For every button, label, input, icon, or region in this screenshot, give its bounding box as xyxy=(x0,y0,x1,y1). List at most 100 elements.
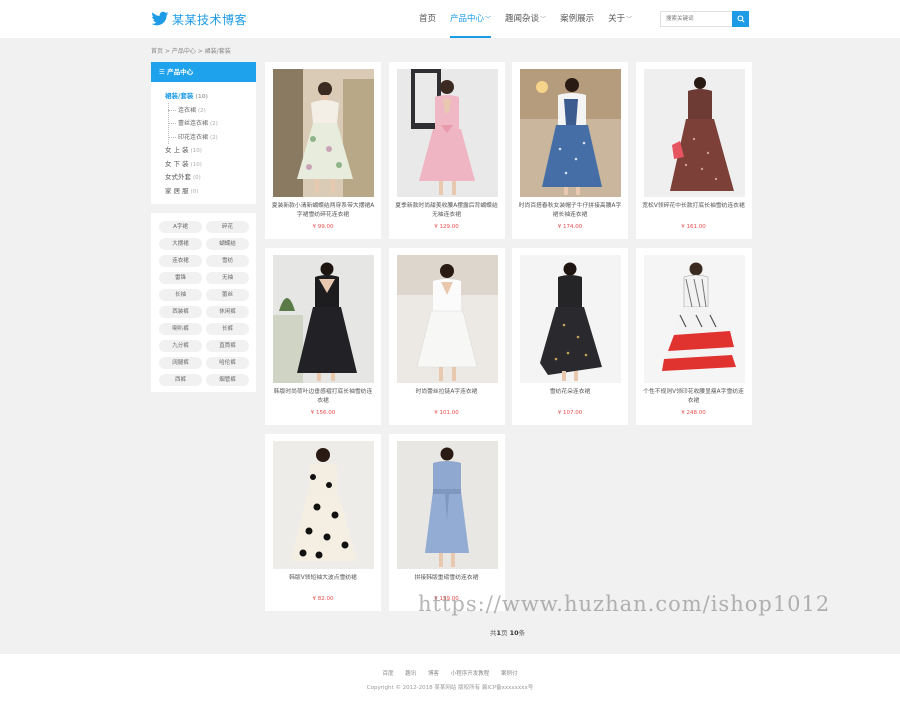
tag-chip[interactable]: 长袖 xyxy=(159,289,202,301)
product-card[interactable]: 韩版V领短袖大波点雪纺裙 ¥ 82.00 xyxy=(265,434,381,611)
product-title[interactable]: 时尚百搭春秋女装帽子牛仔拼接高腰A字裙长袖连衣裙 xyxy=(518,202,622,220)
product-grid: 夏装新款小清新蝴蝶结两穿系带大摆裙A字裙雪纺碎花连衣裙 ¥ 99.00 夏季新款… xyxy=(265,62,752,611)
product-price: ¥ 248.00 xyxy=(681,410,706,416)
tag-chip[interactable]: 碎花 xyxy=(206,221,249,233)
list-icon: ☰ xyxy=(159,68,168,76)
tag-chip[interactable]: 哈伦裤 xyxy=(206,357,249,369)
product-card[interactable]: 雪纺花朵连衣裙 ¥ 107.00 xyxy=(512,248,628,425)
footer-link[interactable]: 趣讯 xyxy=(405,671,416,677)
nav-news[interactable]: 趣闻杂谈﹀ xyxy=(505,12,546,26)
product-card[interactable]: 时尚百搭春秋女装帽子牛仔拼接高腰A字裙长袖连衣裙 ¥ 174.00 xyxy=(512,62,628,239)
product-price: ¥ 99.00 xyxy=(312,224,334,230)
product-image[interactable] xyxy=(520,255,621,383)
product-title[interactable]: 韩版V领短袖大波点雪纺裙 xyxy=(271,574,375,583)
product-card[interactable]: 夏装新款小清新蝴蝶结两穿系带大摆裙A字裙雪纺碎花连衣裙 ¥ 99.00 xyxy=(265,62,381,239)
tag-chip[interactable]: 烟管裤 xyxy=(206,374,249,386)
category-item-coats[interactable]: 女式外套 (0) xyxy=(165,171,256,185)
site-logo[interactable]: 某某技术博客 xyxy=(151,9,247,29)
tag-chip[interactable]: 休闲裤 xyxy=(206,306,249,318)
category-panel: ☰ 产品中心 裙装/套装 (10) 连衣裙 (2) 蕾丝连衣裙 (2) 印花连衣裙 (2… xyxy=(151,62,256,204)
product-price: ¥ 129.00 xyxy=(434,224,459,230)
category-list: 裙装/套装 (10) 连衣裙 (2) 蕾丝连衣裙 (2) 印花连衣裙 (2) 女 上 装… xyxy=(151,82,256,198)
product-title[interactable]: 时尚蕾丝拉链A字连衣裙 xyxy=(395,388,499,397)
product-image[interactable] xyxy=(520,69,621,197)
nav-about[interactable]: 关于﹀ xyxy=(608,12,632,26)
product-card[interactable]: 拼接韩版重磅雪纺连衣裙 ¥ 159.00 xyxy=(388,434,505,611)
tag-chip[interactable]: 长裤 xyxy=(206,323,249,335)
product-image[interactable] xyxy=(273,441,374,569)
product-card[interactable]: 韩版时尚荷叶边垂感褶打底长袖雪纺连衣裙 ¥ 156.00 xyxy=(265,248,381,425)
product-image[interactable] xyxy=(396,441,498,569)
watermark: https://www.huzhan.com/ishop1012 xyxy=(418,592,831,616)
tag-chip[interactable]: 喇叭裤 xyxy=(159,323,202,335)
tag-panel: A字裙 碎花 大摆裙 蝴蝶结 连衣裙 雪纺 雷锋 无袖 长袖 蕾丝 西装裤 休闲… xyxy=(151,213,256,392)
bird-logo-icon xyxy=(151,11,169,26)
product-image[interactable] xyxy=(273,255,374,383)
category-item-dresses-sets[interactable]: 裙装/套装 (10) xyxy=(165,90,256,104)
product-title[interactable]: 拼接韩版重磅雪纺连衣裙 xyxy=(395,574,499,583)
footer-link[interactable]: 百度 xyxy=(382,671,393,677)
site-footer: 百度 趣讯 博客 小程序开发教程 案例讨 Copyright © 2012-20… xyxy=(0,654,900,705)
search-box xyxy=(660,11,749,27)
category-item-dress[interactable]: 连衣裙 (2) xyxy=(165,104,256,118)
site-header: 某某技术博客 首页 产品中心﹀ 趣闻杂谈﹀ 案例展示 关于﹀ xyxy=(0,0,900,38)
product-price: ¥ 174.00 xyxy=(557,224,583,230)
product-image[interactable] xyxy=(396,69,498,197)
tag-chip[interactable]: 直筒裤 xyxy=(206,340,249,352)
tag-chip[interactable]: 雪纺 xyxy=(206,255,249,267)
tag-chip[interactable]: 九分裤 xyxy=(159,340,202,352)
nav-products[interactable]: 产品中心﹀ xyxy=(450,12,492,38)
chevron-down-icon: ﹀ xyxy=(485,16,492,23)
footer-link[interactable]: 小程序开发教程 xyxy=(451,671,490,677)
tag-chip[interactable]: 雷锋 xyxy=(159,272,202,284)
product-price: ¥ 82.00 xyxy=(312,596,334,602)
product-card[interactable]: 时尚蕾丝拉链A字连衣裙 ¥ 101.00 xyxy=(388,248,505,425)
product-card[interactable]: 夏季新款时尚甜美收腰A摆露后背蝴蝶结无袖连衣裙 ¥ 129.00 xyxy=(388,62,505,239)
search-button[interactable] xyxy=(732,11,749,27)
footer-links: 百度 趣讯 博客 小程序开发教程 案例讨 xyxy=(0,669,900,677)
product-price: ¥ 161.00 xyxy=(681,224,706,230)
product-image[interactable] xyxy=(643,255,745,383)
footer-link[interactable]: 博客 xyxy=(428,671,439,677)
category-item-tops[interactable]: 女 上 装 (10) xyxy=(165,144,256,158)
copyright: Copyright © 2012-2018 某某网站 版权所有 冀ICP备xxx… xyxy=(366,685,534,691)
category-item-print-dress[interactable]: 印花连衣裙 (2) xyxy=(165,131,256,145)
tag-grid: A字裙 碎花 大摆裙 蝴蝶结 连衣裙 雪纺 雷锋 无袖 长袖 蕾丝 西装裤 休闲… xyxy=(159,221,256,386)
site-name: 某某技术博客 xyxy=(172,12,248,27)
nav-cases[interactable]: 案例展示 xyxy=(560,12,594,26)
category-item-homewear[interactable]: 家 居 服 (0) xyxy=(165,185,256,199)
chevron-down-icon: ﹀ xyxy=(540,16,547,23)
product-title[interactable]: 韩版时尚荷叶边垂感褶打底长袖雪纺连衣裙 xyxy=(271,388,375,406)
search-input[interactable] xyxy=(660,11,732,27)
product-title[interactable]: 宽松V领碎花中长款打底长袖雪纺连衣裙 xyxy=(642,202,746,211)
breadcrumb[interactable]: 首页 > 产品中心 > 裙装/套装 xyxy=(151,46,231,55)
search-icon xyxy=(736,15,745,23)
tag-chip[interactable]: 无袖 xyxy=(206,272,249,284)
tag-chip[interactable]: 西裤 xyxy=(159,374,202,386)
product-image[interactable] xyxy=(273,69,374,197)
tag-chip[interactable]: 蕾丝 xyxy=(206,289,249,301)
tag-chip[interactable]: 蝴蝶结 xyxy=(206,238,249,250)
nav-home[interactable]: 首页 xyxy=(419,12,436,26)
product-title[interactable]: 夏季新款时尚甜美收腰A摆露后背蝴蝶结无袖连衣裙 xyxy=(395,202,499,220)
product-image[interactable] xyxy=(396,255,498,383)
product-image[interactable] xyxy=(643,69,745,197)
category-heading: ☰ 产品中心 xyxy=(151,62,256,82)
category-item-bottoms[interactable]: 女 下 装 (10) xyxy=(165,158,256,172)
product-card[interactable]: 个性不规则V领印花收腰显瘦A字雪纺连衣裙 ¥ 248.00 xyxy=(635,248,752,425)
product-price: ¥ 107.00 xyxy=(557,410,583,416)
tag-chip[interactable]: A字裙 xyxy=(159,221,202,233)
product-price: ¥ 156.00 xyxy=(310,410,336,416)
product-title[interactable]: 夏装新款小清新蝴蝶结两穿系带大摆裙A字裙雪纺碎花连衣裙 xyxy=(271,202,375,220)
tag-chip[interactable]: 西装裤 xyxy=(159,306,202,318)
tag-chip[interactable]: 连衣裙 xyxy=(159,255,202,267)
footer-link[interactable]: 案例讨 xyxy=(501,671,518,677)
pagination-info: 共1页 10条 xyxy=(490,629,526,637)
product-title[interactable]: 雪纺花朵连衣裙 xyxy=(518,388,622,397)
chevron-down-icon: ﹀ xyxy=(626,16,633,23)
category-item-lace-dress[interactable]: 蕾丝连衣裙 (2) xyxy=(165,117,256,131)
product-card[interactable]: 宽松V领碎花中长款打底长袖雪纺连衣裙 ¥ 161.00 xyxy=(635,62,752,239)
tag-chip[interactable]: 阔腿裤 xyxy=(159,357,202,369)
product-title[interactable]: 个性不规则V领印花收腰显瘦A字雪纺连衣裙 xyxy=(642,388,746,406)
tag-chip[interactable]: 大摆裙 xyxy=(159,238,202,250)
